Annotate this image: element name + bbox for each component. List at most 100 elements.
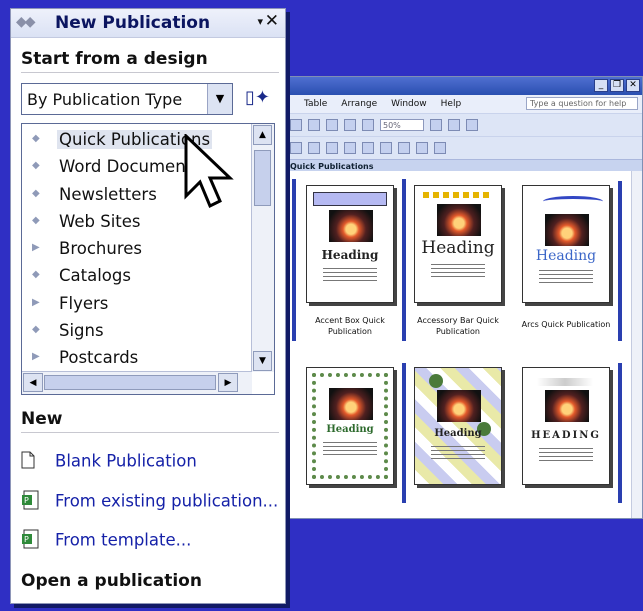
arc-decoration	[543, 196, 603, 207]
back-forward-icon[interactable]: ◆◆	[16, 14, 35, 30]
new-publication-task-pane: ◆◆ New Publication ▾ ✕ Start from a desi…	[10, 8, 286, 604]
menu-table[interactable]: Table	[304, 99, 327, 109]
zoom-out-icon[interactable]	[448, 119, 460, 131]
thumbnail-heading-caps[interactable]: HEADING	[522, 367, 610, 485]
from-existing-publication-link[interactable]: P From existing publication...	[21, 490, 278, 514]
link-label: From existing publication...	[55, 491, 279, 511]
close-icon[interactable]: ✕	[265, 11, 279, 31]
selection-bar	[618, 181, 622, 341]
publication-type-item[interactable]: ◆ Catalogs	[22, 264, 252, 291]
chevron-down-icon[interactable]: ▾	[257, 15, 263, 28]
menu-help[interactable]: Help	[441, 99, 462, 109]
expand-triangle-icon: ▶	[32, 296, 40, 308]
align-center-icon[interactable]	[362, 142, 374, 154]
scroll-right-icon[interactable]: ▶	[218, 373, 238, 392]
thumbnail-green-border[interactable]: Heading	[306, 367, 394, 485]
thumbnail-accent-box[interactable]: Heading	[306, 185, 394, 303]
thumbnail-caption: Accent Box Quick Publication	[315, 316, 385, 336]
restore-button[interactable]: ❐	[610, 79, 624, 92]
help-icon[interactable]	[466, 119, 478, 131]
close-window-button[interactable]: ✕	[626, 79, 640, 92]
thumbnail-floral[interactable]: Heading	[414, 367, 502, 485]
task-pane-header: ◆◆ New Publication ▾ ✕	[11, 9, 285, 38]
help-search-input[interactable]: Type a question for help	[526, 97, 638, 110]
thumbnail-text-lines	[539, 448, 593, 462]
thumbnail-text-lines	[323, 442, 377, 456]
columns-icon[interactable]	[344, 119, 356, 131]
selection-bar	[402, 179, 406, 341]
scroll-up-icon[interactable]: ▲	[253, 125, 272, 145]
italic-icon[interactable]	[308, 142, 320, 154]
thumbnail-heading: Heading	[326, 424, 374, 435]
publisher-window: _ ❐ ✕ Table Arrange Window Help Type a q…	[281, 76, 643, 519]
font-size-icon[interactable]	[434, 142, 446, 154]
expand-triangle-icon: ▶	[32, 351, 40, 363]
align-left-icon[interactable]	[344, 142, 356, 154]
bold-icon[interactable]	[290, 142, 302, 154]
list-vertical-scrollbar[interactable]: ▲ ▼	[251, 124, 274, 372]
redo-icon[interactable]	[308, 119, 320, 131]
open-publication-heading: Open a publication	[21, 571, 202, 591]
thumbnail-caption: Accessory Bar Quick Publication	[417, 316, 499, 336]
publication-type-item[interactable]: ▶ Brochures	[22, 237, 252, 264]
publication-type-value: By Publication Type	[27, 90, 183, 109]
thumbnail-accessory-bar[interactable]: Heading	[414, 185, 502, 303]
publication-type-label: Signs	[59, 321, 104, 341]
publication-type-item[interactable]: ◆ Signs	[22, 319, 252, 346]
thumbnail-image	[437, 204, 481, 236]
bullets-icon[interactable]	[398, 142, 410, 154]
publisher-file-icon: P	[21, 529, 43, 553]
thumbnail-arcs[interactable]: Heading	[522, 185, 610, 303]
thumbnail-text-lines	[431, 446, 485, 460]
minimize-button[interactable]: _	[594, 79, 608, 92]
publication-type-label: Postcards	[59, 348, 139, 368]
thumbnail-image	[329, 388, 373, 420]
gallery-scrollbar[interactable]	[631, 171, 642, 518]
thumbnail-heading: Heading	[434, 428, 482, 439]
menu-window[interactable]: Window	[391, 99, 427, 109]
publication-type-item[interactable]: ▶ Flyers	[22, 292, 252, 319]
diamond-bullet-icon: ◆	[32, 133, 40, 144]
indent-icon[interactable]	[416, 142, 428, 154]
new-heading: New	[21, 409, 279, 433]
publisher-title-bar: _ ❐ ✕	[282, 77, 642, 95]
paragraph-icon[interactable]	[362, 119, 374, 131]
publication-type-label: Brochures	[59, 239, 142, 259]
thumbnail-image	[437, 390, 481, 422]
selection-bar	[292, 179, 296, 341]
publication-type-label: Web Sites	[59, 211, 141, 231]
list-horizontal-scrollbar[interactable]: ◀ ▶	[22, 371, 252, 394]
accessory-bar	[423, 192, 493, 198]
undo-icon[interactable]	[290, 119, 302, 131]
start-from-design-heading: Start from a design	[21, 49, 279, 73]
underline-icon[interactable]	[326, 142, 338, 154]
zoom-select[interactable]: 50%	[380, 119, 424, 131]
thumbnail-image	[329, 210, 373, 242]
align-right-icon[interactable]	[380, 142, 392, 154]
thumbnail-text-lines	[539, 270, 593, 284]
expand-triangle-icon: ▶	[32, 242, 40, 254]
add-panel-icon[interactable]: ▯✦	[245, 87, 270, 108]
dropdown-arrow-icon[interactable]: ▼	[207, 84, 232, 114]
selection-bar	[402, 363, 406, 503]
thumbnail-heading: Heading	[421, 238, 495, 258]
selection-bar	[618, 363, 622, 503]
diamond-bullet-icon: ◆	[32, 269, 40, 281]
diamond-bullet-icon: ◆	[32, 324, 40, 336]
from-template-link[interactable]: P From template...	[21, 529, 191, 553]
publication-type-select[interactable]: By Publication Type ▼	[21, 83, 233, 115]
scroll-down-icon[interactable]: ▼	[253, 351, 272, 371]
menu-arrange[interactable]: Arrange	[341, 99, 377, 109]
zoom-in-icon[interactable]	[430, 119, 442, 131]
thumbnail-text-lines	[431, 264, 485, 278]
blank-publication-link[interactable]: Blank Publication	[21, 451, 197, 473]
scroll-thumb[interactable]	[254, 150, 271, 206]
publication-type-label: Catalogs	[59, 266, 131, 286]
task-pane-title: New Publication	[55, 13, 211, 33]
menu-bar: Table Arrange Window Help Type a questio…	[282, 95, 642, 113]
thumbnail-image	[545, 390, 589, 422]
scroll-left-icon[interactable]: ◀	[23, 373, 43, 392]
publication-type-item[interactable]: ▶ Postcards	[22, 346, 252, 373]
format-painter-icon[interactable]	[326, 119, 338, 131]
scroll-thumb-horizontal[interactable]	[44, 375, 216, 390]
